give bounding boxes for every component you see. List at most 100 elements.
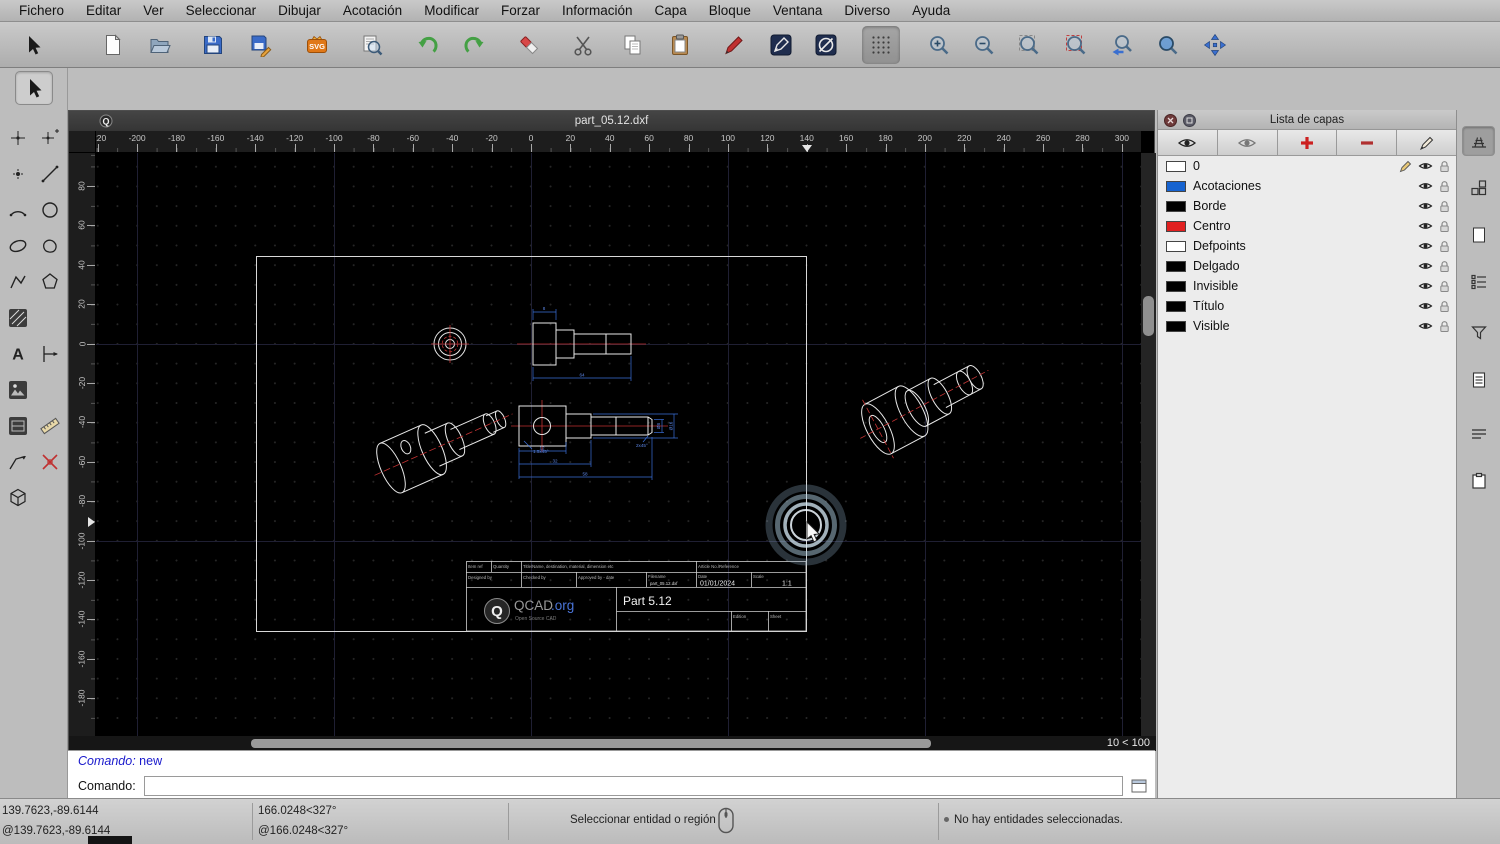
- menu-item[interactable]: Dibujar: [267, 0, 332, 22]
- front-view[interactable]: [431, 325, 469, 363]
- layer-visibility-toggle[interactable]: [1418, 281, 1433, 291]
- single-point-tool-button[interactable]: [3, 158, 33, 190]
- dock-property-editor-button[interactable]: [1462, 126, 1495, 156]
- command-input[interactable]: [144, 776, 1123, 796]
- open-button[interactable]: [141, 26, 179, 64]
- paste-button[interactable]: [661, 26, 699, 64]
- layer-visibility-toggle[interactable]: [1418, 221, 1433, 231]
- side-view-middle[interactable]: 12 32 58 1.5x45° 2x45° Ø8 Ø16: [511, 400, 678, 480]
- copy-button[interactable]: [614, 26, 652, 64]
- menu-item[interactable]: Seleccionar: [175, 0, 268, 22]
- measure-tool-button[interactable]: [35, 410, 65, 442]
- drawing-canvas[interactable]: 8 64: [96, 153, 1141, 736]
- menu-item[interactable]: Editar: [75, 0, 132, 22]
- isometric-view-tool-button[interactable]: [3, 482, 33, 514]
- cut-button[interactable]: [564, 26, 602, 64]
- menu-item[interactable]: Capa: [644, 0, 698, 22]
- print-preview-button[interactable]: [353, 26, 391, 64]
- snap-tool-button[interactable]: [35, 446, 65, 478]
- polyline-tool-button[interactable]: [3, 266, 33, 298]
- side-view-top[interactable]: 8 64: [517, 306, 646, 381]
- hatch-tool-button[interactable]: [3, 302, 33, 334]
- remove-layer-button[interactable]: [1337, 130, 1397, 155]
- layer-row[interactable]: Defpoints: [1158, 236, 1456, 256]
- add-layer-button[interactable]: [1278, 130, 1338, 155]
- menu-item[interactable]: Ventana: [762, 0, 834, 22]
- spline-tool-button[interactable]: [35, 230, 65, 262]
- arc-tool-button[interactable]: [3, 194, 33, 226]
- horizontal-scrollbar[interactable]: 10 < 100: [69, 736, 1156, 751]
- ellipse-tool-button[interactable]: [3, 230, 33, 262]
- layer-visibility-toggle[interactable]: [1418, 161, 1433, 171]
- layer-lock-toggle[interactable]: [1439, 240, 1450, 253]
- zoom-to-selection-button[interactable]: [1057, 26, 1095, 64]
- command-window-button[interactable]: [1131, 779, 1147, 793]
- construction-mode-button[interactable]: [807, 26, 845, 64]
- point-coordinates-tool-button[interactable]: [35, 122, 65, 154]
- remove-button[interactable]: [510, 26, 548, 64]
- layer-lock-toggle[interactable]: [1439, 280, 1450, 293]
- select-button[interactable]: [14, 26, 52, 64]
- zoom-window-button[interactable]: [1149, 26, 1187, 64]
- dock-library-browser-button[interactable]: [1462, 267, 1495, 297]
- save-as-button[interactable]: [242, 26, 280, 64]
- vertical-scrollbar[interactable]: [1141, 153, 1156, 736]
- layer-row[interactable]: Título: [1158, 296, 1456, 316]
- edit-active-block-button[interactable]: [762, 26, 800, 64]
- viewport-tool-button[interactable]: [3, 410, 33, 442]
- layer-visibility-toggle[interactable]: [1418, 241, 1433, 251]
- show-all-layers-button[interactable]: [1158, 130, 1218, 155]
- layer-row[interactable]: Centro: [1158, 216, 1456, 236]
- document-title-bar[interactable]: Q part_05.12.dxf: [69, 111, 1154, 131]
- palette-select-tool-button[interactable]: [15, 71, 53, 105]
- layer-visibility-toggle[interactable]: [1418, 181, 1433, 191]
- dock-command-line-button[interactable]: [1462, 419, 1495, 449]
- dimension-tool-button[interactable]: [35, 338, 65, 370]
- layer-row[interactable]: Acotaciones: [1158, 176, 1456, 196]
- hide-all-layers-button[interactable]: [1218, 130, 1278, 155]
- pen-property-button[interactable]: [715, 26, 753, 64]
- layer-lock-toggle[interactable]: [1439, 320, 1450, 333]
- edit-layer-button[interactable]: [1397, 130, 1456, 155]
- menu-item[interactable]: Forzar: [490, 0, 551, 22]
- menu-item[interactable]: Información: [551, 0, 644, 22]
- line-tool-button[interactable]: [35, 158, 65, 190]
- menu-item[interactable]: Bloque: [698, 0, 762, 22]
- menu-item[interactable]: Diverso: [833, 0, 901, 22]
- zoom-in-button[interactable]: [920, 26, 958, 64]
- circle-tool-button[interactable]: [35, 194, 65, 226]
- menu-item[interactable]: Fichero: [8, 0, 75, 22]
- layer-row[interactable]: Delgado: [1158, 256, 1456, 276]
- dock-clipboard-button[interactable]: [1462, 466, 1495, 496]
- text-tool-button[interactable]: A: [3, 338, 33, 370]
- dock-selection-filter-button[interactable]: [1462, 318, 1495, 348]
- layer-lock-toggle[interactable]: [1439, 220, 1450, 233]
- dock-block-list-button[interactable]: [1462, 220, 1495, 250]
- cad-drawing[interactable]: 8 64: [96, 153, 1141, 736]
- layer-lock-toggle[interactable]: [1439, 200, 1450, 213]
- grid-toggle-button[interactable]: [862, 26, 900, 64]
- new-document-button[interactable]: [94, 26, 132, 64]
- iso-view-left[interactable]: [364, 389, 524, 500]
- polygon-tool-button[interactable]: [35, 266, 65, 298]
- auto-zoom-button[interactable]: [1010, 26, 1048, 64]
- redo-button[interactable]: [455, 26, 493, 64]
- layer-visibility-toggle[interactable]: [1418, 301, 1433, 311]
- dock-layer-list-button[interactable]: [1462, 173, 1495, 203]
- save-button[interactable]: [194, 26, 232, 64]
- layer-lock-toggle[interactable]: [1439, 260, 1450, 273]
- float-panel-button[interactable]: [1182, 113, 1196, 127]
- layer-row[interactable]: Borde: [1158, 196, 1456, 216]
- layer-row[interactable]: 0: [1158, 156, 1456, 176]
- undo-button[interactable]: [409, 26, 447, 64]
- layer-row[interactable]: Invisible: [1158, 276, 1456, 296]
- leader-tool-button[interactable]: [3, 446, 33, 478]
- point-tool-button[interactable]: [3, 122, 33, 154]
- menu-item[interactable]: Modificar: [413, 0, 490, 22]
- iso-view-right[interactable]: [845, 341, 1004, 467]
- menu-item[interactable]: Ver: [132, 0, 174, 22]
- pan-button[interactable]: [1196, 26, 1234, 64]
- layer-visibility-toggle[interactable]: [1418, 261, 1433, 271]
- dock-templates-button[interactable]: [1462, 365, 1495, 395]
- menu-item[interactable]: Ayuda: [901, 0, 961, 22]
